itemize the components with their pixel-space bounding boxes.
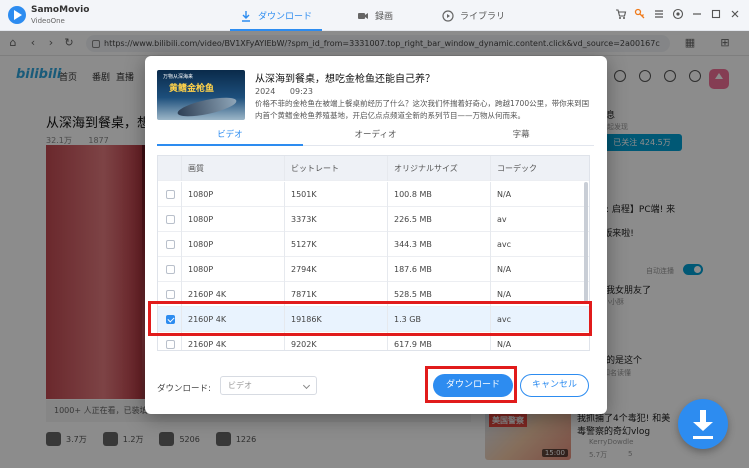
download-options-dialog: 万物从深海来 黄鳍金枪鱼 从深海到餐桌，想吃金枪鱼还能自己养？ 2024 09:…	[145, 56, 607, 414]
thumbnail-caption: 万物从深海来	[163, 74, 194, 80]
row-select[interactable]	[158, 332, 182, 350]
table-header: 画質 ビットレート オリジナルサイズ コーデック	[158, 156, 589, 181]
tab-download[interactable]: ダウンロード	[230, 0, 323, 31]
row-size: 1.3 GB	[388, 307, 491, 332]
row-size: 226.5 MB	[388, 207, 491, 232]
tab-library-label: ライブラリ	[460, 12, 506, 22]
row-quality: 2160P 4K	[182, 332, 285, 350]
row-quality: 1080P	[182, 232, 285, 257]
checkbox[interactable]	[166, 290, 175, 299]
row-select[interactable]	[158, 257, 182, 282]
tab-video[interactable]: ビデオ	[157, 127, 303, 146]
checkbox[interactable]	[166, 190, 175, 199]
dialog-video-title: 从深海到餐桌，想吃金枪鱼还能自己养？	[255, 74, 435, 85]
close-icon[interactable]	[729, 8, 741, 20]
row-quality: 2160P 4K	[182, 307, 285, 332]
checkbox[interactable]	[166, 240, 175, 249]
tab-record[interactable]: 録画	[357, 0, 393, 31]
row-bitrate: 9202K	[285, 332, 388, 350]
row-select[interactable]	[158, 232, 182, 257]
thumbnail-title: 黄鳍金枪鱼	[169, 84, 215, 94]
row-size: 187.6 MB	[388, 257, 491, 282]
row-codec: avc	[497, 240, 512, 249]
row-quality: 1080P	[182, 207, 285, 232]
cancel-button[interactable]: キャンセル	[520, 374, 589, 397]
menu-icon[interactable]	[653, 8, 665, 20]
table-row[interactable]: 1080P 2794K 187.6 MB N/A	[158, 257, 589, 282]
row-size: 617.9 MB	[388, 332, 491, 350]
format-tabs: ビデオ オーディオ 字幕	[157, 127, 594, 146]
download-type-select[interactable]: ビデオ	[220, 376, 317, 395]
row-bitrate: 19186K	[285, 307, 388, 332]
row-select[interactable]	[158, 182, 182, 207]
header-size: オリジナルサイズ	[388, 156, 491, 181]
header-bitrate: ビットレート	[285, 156, 388, 181]
row-quality: 1080P	[182, 182, 285, 207]
download-icon	[693, 436, 713, 439]
row-bitrate: 3373K	[285, 207, 388, 232]
maximize-icon[interactable]	[710, 8, 722, 20]
download-icon	[240, 10, 252, 22]
video-duration: 09:23	[289, 87, 313, 96]
floating-download-button[interactable]	[678, 399, 728, 449]
row-select[interactable]	[158, 307, 182, 332]
row-codec: N/A	[497, 190, 512, 199]
app-logo-icon	[8, 6, 26, 24]
checkbox[interactable]	[166, 315, 175, 324]
window-controls	[615, 8, 741, 20]
row-codec: N/A	[497, 340, 512, 349]
row-bitrate: 5127K	[285, 232, 388, 257]
row-codec: N/A	[497, 290, 512, 299]
table-row[interactable]: 1080P 5127K 344.3 MB avc	[158, 232, 589, 257]
dialog-video-meta: 2024 09:23	[255, 87, 325, 96]
row-bitrate: 7871K	[285, 282, 388, 307]
checkbox[interactable]	[166, 265, 175, 274]
tuna-image	[176, 93, 238, 120]
row-size: 344.3 MB	[388, 232, 491, 257]
quality-table: 画質 ビットレート オリジナルサイズ コーデック 1080P 1501K 100.8…	[157, 155, 590, 351]
tab-audio[interactable]: オーディオ	[303, 127, 449, 145]
table-row[interactable]: 2160P 4K 19186K 1.3 GB avc	[158, 307, 589, 332]
settings-icon[interactable]	[672, 8, 684, 20]
row-bitrate: 1501K	[285, 182, 388, 207]
table-scrollbar[interactable]	[584, 182, 588, 302]
table-row[interactable]: 2160P 4K 7871K 528.5 MB N/A	[158, 282, 589, 307]
tab-download-label: ダウンロード	[258, 12, 313, 22]
table-row[interactable]: 1080P 3373K 226.5 MB av	[158, 207, 589, 232]
video-thumbnail: 万物从深海来 黄鳍金枪鱼	[157, 70, 245, 120]
app-brand-sub: VideoOne	[31, 17, 65, 25]
tab-library[interactable]: ライブラリ	[442, 0, 505, 31]
minimize-icon[interactable]	[691, 8, 703, 20]
key-icon[interactable]	[634, 8, 646, 20]
tab-record-label: 録画	[375, 12, 394, 22]
row-select[interactable]	[158, 282, 182, 307]
checkbox[interactable]	[166, 340, 175, 349]
download-type-label: ダウンロード:	[157, 384, 211, 394]
app-brand-name: SamoMovio	[31, 5, 90, 15]
row-codec: avc	[497, 315, 512, 324]
row-quality: 2160P 4K	[182, 282, 285, 307]
cart-icon[interactable]	[615, 8, 627, 20]
row-select[interactable]	[158, 207, 182, 232]
library-icon	[442, 9, 454, 22]
table-row[interactable]: 1080P 1501K 100.8 MB N/A	[158, 182, 589, 207]
row-quality: 1080P	[182, 257, 285, 282]
app-title-bar: SamoMovio VideoOne ダウンロード 録画 ライブラリ	[0, 0, 749, 31]
tab-subtitles[interactable]: 字幕	[448, 127, 594, 145]
row-size: 528.5 MB	[388, 282, 491, 307]
row-bitrate: 2794K	[285, 257, 388, 282]
row-codec: av	[497, 215, 507, 224]
table-row[interactable]: 2160P 4K 9202K 617.9 MB N/A	[158, 332, 589, 350]
header-select	[158, 156, 182, 181]
header-codec: コーデック	[497, 164, 537, 173]
record-icon	[357, 10, 369, 22]
video-year: 2024	[255, 87, 276, 96]
row-size: 100.8 MB	[388, 182, 491, 207]
header-quality: 画質	[182, 156, 285, 181]
download-button[interactable]: ダウンロード	[433, 374, 513, 397]
row-codec: N/A	[497, 265, 512, 274]
dialog-video-description: 价格不菲的金枪鱼在被端上餐桌前经历了什么？这次我们怀揣着好奇心，跨越1700公里…	[255, 99, 590, 120]
checkbox[interactable]	[166, 215, 175, 224]
